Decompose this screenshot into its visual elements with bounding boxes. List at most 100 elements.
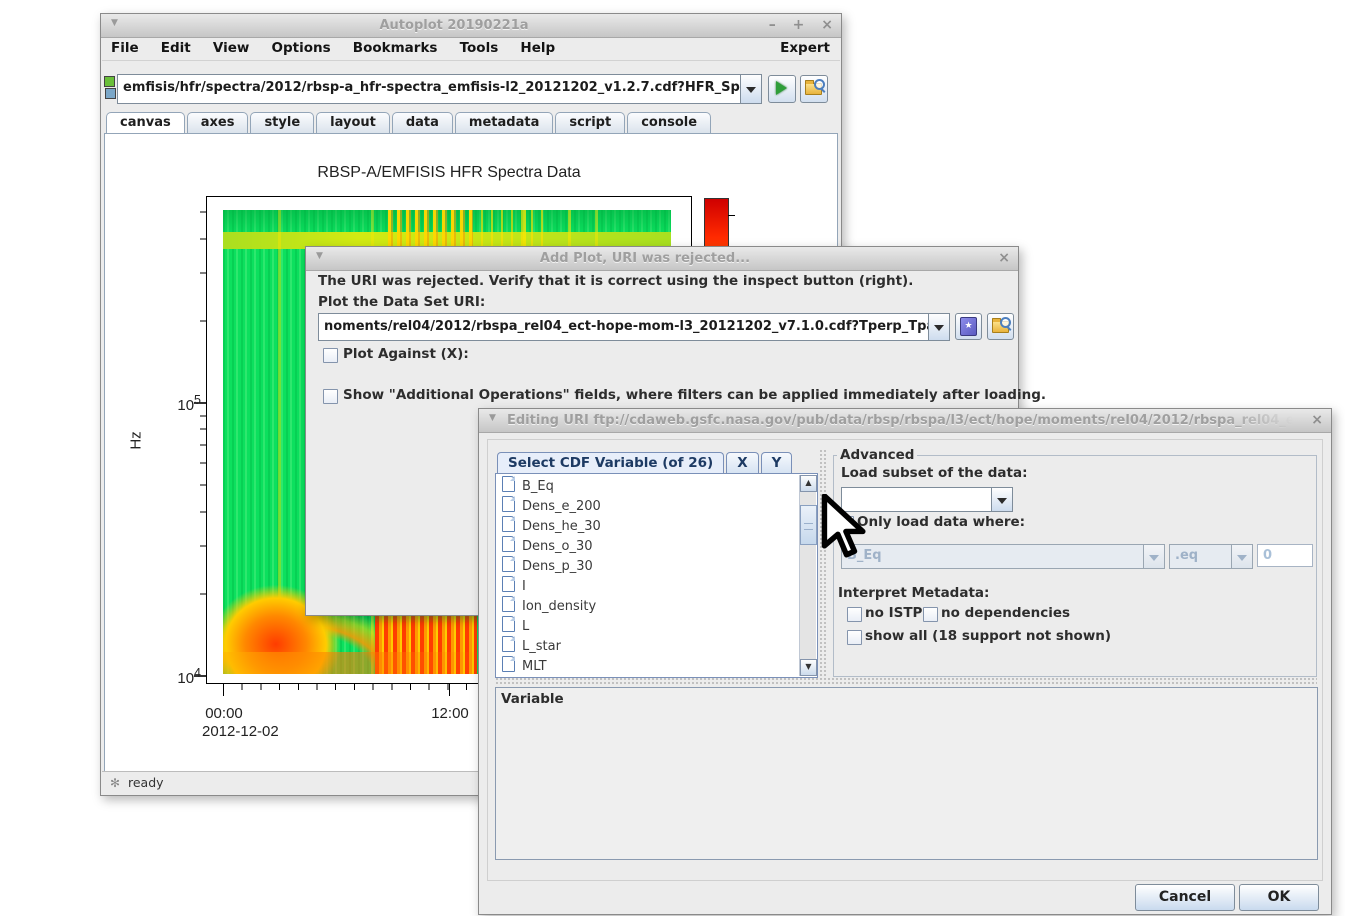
menu-tools[interactable]: Tools xyxy=(451,38,508,58)
tab-x[interactable]: X xyxy=(726,452,758,474)
editing-titlebar[interactable]: ▼ Editing URI ftp://cdaweb.gsfc.nasa.gov… xyxy=(479,409,1331,433)
y-axis-ticks xyxy=(194,196,206,682)
list-item[interactable]: Ion_density xyxy=(496,596,799,616)
where-field-dropdown-icon[interactable] xyxy=(1143,545,1164,568)
list-item[interactable]: L_star xyxy=(496,636,799,656)
tab-console[interactable]: console xyxy=(627,112,711,133)
address-input[interactable]: emfisis/hfr/spectra/2012/rbsp-a_hfr-spec… xyxy=(118,75,740,103)
where-op-combobox[interactable]: .eq xyxy=(1169,544,1253,569)
main-titlebar[interactable]: ▼ Autoplot 20190221a – + × xyxy=(101,14,841,38)
menu-view[interactable]: View xyxy=(204,38,258,58)
menu-file[interactable]: File xyxy=(102,38,148,58)
menu-edit[interactable]: Edit xyxy=(152,38,200,58)
tab-canvas[interactable]: canvas xyxy=(106,112,185,134)
uri-dropdown-icon[interactable] xyxy=(928,314,949,340)
inspect-button[interactable] xyxy=(987,313,1014,340)
close-icon[interactable]: × xyxy=(998,250,1010,266)
close-button[interactable]: × xyxy=(821,17,833,33)
list-item[interactable]: B_Eq xyxy=(496,476,799,496)
menu-help[interactable]: Help xyxy=(511,38,564,58)
show-all-checkbox[interactable] xyxy=(847,630,862,645)
tab-metadata[interactable]: metadata xyxy=(455,112,553,133)
tab-layout[interactable]: layout xyxy=(316,112,390,133)
no-istp-checkbox[interactable] xyxy=(847,607,862,622)
list-item[interactable]: Dens_he_30 xyxy=(496,516,799,536)
variable-tabs: Select CDF Variable (of 26)XY xyxy=(497,451,794,473)
x-tick-1200: 12:00 xyxy=(415,705,485,722)
vertical-splitter[interactable] xyxy=(819,449,828,679)
add-plot-titlebar[interactable]: ▼ Add Plot, URI was rejected... × xyxy=(306,247,1018,271)
expert-label[interactable]: Expert xyxy=(780,40,830,56)
menu-bookmarks[interactable]: Bookmarks xyxy=(344,38,447,58)
subset-dropdown-icon[interactable] xyxy=(991,488,1012,511)
no-dependencies-checkbox[interactable] xyxy=(923,607,938,622)
layer-indicator-blue-icon[interactable] xyxy=(105,88,116,99)
menu-options[interactable]: Options xyxy=(263,38,340,58)
go-button[interactable] xyxy=(768,75,796,103)
tab-select-cdf-variable[interactable]: Select CDF Variable (of 26) xyxy=(497,452,724,475)
play-icon xyxy=(776,81,787,95)
uri-combobox[interactable]: noments/rel04/2012/rbspa_rel04_ect-hope-… xyxy=(318,313,950,341)
where-field-combobox[interactable]: B_Eq xyxy=(841,544,1165,569)
tab-style[interactable]: style xyxy=(250,112,314,133)
inspect-uri-button[interactable] xyxy=(800,75,828,103)
window-menu-icon[interactable]: ▼ xyxy=(111,18,118,28)
where-op-dropdown-icon[interactable] xyxy=(1231,545,1252,568)
plot-against-label: Plot Against (X): xyxy=(343,346,469,362)
tab-script[interactable]: script xyxy=(555,112,625,133)
editing-uri-dialog: ▼ Editing URI ftp://cdaweb.gsfc.nasa.gov… xyxy=(478,408,1332,915)
uri-input[interactable]: noments/rel04/2012/rbspa_rel04_ect-hope-… xyxy=(319,314,928,340)
list-scrollbar[interactable]: ▲ ▼ xyxy=(799,475,816,676)
list-item[interactable]: Dens_e_200 xyxy=(496,496,799,516)
magnifier-icon xyxy=(1000,317,1011,328)
mouse-cursor xyxy=(820,494,866,558)
advanced-legend: Advanced xyxy=(837,447,917,463)
only-load-label: Only load data where: xyxy=(857,514,1025,530)
scroll-thumb[interactable] xyxy=(800,505,817,545)
document-icon xyxy=(502,656,515,672)
document-icon xyxy=(502,596,515,612)
desktop: ▼ Autoplot 20190221a – + × File Edit Vie… xyxy=(0,0,1345,916)
window-menu-icon[interactable]: ▼ xyxy=(489,413,496,423)
ok-button[interactable]: OK xyxy=(1239,884,1319,911)
y-tick-1e5: 105 xyxy=(161,393,201,414)
tab-data[interactable]: data xyxy=(392,112,453,133)
no-istp-label: no ISTP xyxy=(865,605,922,621)
layer-indicator-green-icon[interactable] xyxy=(104,76,115,87)
load-subset-label: Load subset of the data: xyxy=(841,465,1028,481)
show-operations-label: Show "Additional Operations" fields, whe… xyxy=(343,387,1046,403)
address-dropdown-icon[interactable] xyxy=(740,75,761,103)
tab-axes[interactable]: axes xyxy=(187,112,249,133)
document-icon xyxy=(502,496,515,512)
plot-against-checkbox[interactable] xyxy=(323,348,338,363)
where-field-value: B_Eq xyxy=(842,545,1143,568)
list-item[interactable]: Dens_o_30 xyxy=(496,536,799,556)
no-dependencies-label: no dependencies xyxy=(941,605,1070,621)
variable-panel: Variable xyxy=(495,687,1318,860)
bookmark-icon: ★ xyxy=(960,317,977,336)
show-operations-checkbox[interactable] xyxy=(323,389,338,404)
editing-title: Editing URI ftp://cdaweb.gsfc.nasa.gov/p… xyxy=(507,409,1301,432)
bookmark-button[interactable]: ★ xyxy=(955,313,982,340)
close-icon[interactable]: × xyxy=(1311,412,1323,428)
add-plot-title: Add Plot, URI was rejected... xyxy=(332,247,958,270)
main-tabs: canvasaxesstylelayoutdatametadatascriptc… xyxy=(106,111,713,134)
scroll-down-icon[interactable]: ▼ xyxy=(800,659,817,676)
list-item[interactable]: MLT xyxy=(496,656,799,675)
document-icon xyxy=(502,536,515,552)
where-value-field[interactable]: 0 xyxy=(1257,544,1313,567)
address-combobox[interactable]: emfisis/hfr/spectra/2012/rbsp-a_hfr-spec… xyxy=(117,74,762,104)
tab-y[interactable]: Y xyxy=(761,452,793,474)
list-item[interactable]: L xyxy=(496,616,799,636)
interpret-metadata-label: Interpret Metadata: xyxy=(838,585,989,601)
list-item[interactable]: I xyxy=(496,576,799,596)
window-menu-icon[interactable]: ▼ xyxy=(316,251,323,261)
variable-list[interactable]: B_Eq Dens_e_200 Dens_he_30 Dens_o_30 Den… xyxy=(495,473,818,678)
list-item[interactable]: Dens_p_30 xyxy=(496,556,799,576)
subset-combobox[interactable] xyxy=(841,487,1013,512)
minimize-button[interactable]: – xyxy=(769,17,776,33)
scroll-up-icon[interactable]: ▲ xyxy=(800,475,817,492)
maximize-button[interactable]: + xyxy=(793,17,805,33)
horizontal-splitter[interactable] xyxy=(495,677,1317,686)
cancel-button[interactable]: Cancel xyxy=(1135,884,1235,911)
